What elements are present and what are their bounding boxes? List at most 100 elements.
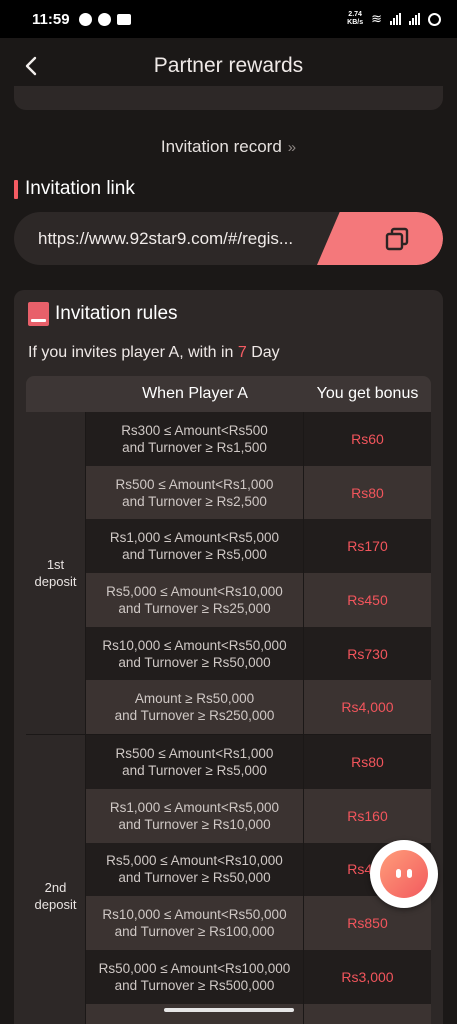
bonus-cell: Rs170 [347,538,388,555]
status-bar: 11:59 2.74 KB/s ≋ [0,0,457,38]
rules-desc-prefix: If you invites player A, with in [28,344,238,361]
condition-amount: Rs1,000 ≤ Amount<Rs5,000 [109,530,280,546]
bonus-cell: Rs450 [347,591,388,608]
condition-cell: Rs5,000 ≤ Amount<Rs10,000 and Turnover ≥ … [86,842,304,897]
deposit-group: 1st deposit Rs300 ≤ Amount<Rs500 and Turno… [26,412,431,735]
bonus-cell: Rs80 [351,753,384,770]
condition-turnover: and Turnover ≥ Rs2,500 [122,493,267,509]
notification-icons [78,12,131,26]
condition-amount: Rs500 ≤ Amount<Rs1,000 [115,476,274,492]
invitation-rules-card: Invitation rules If you invites player A… [14,290,443,1024]
condition-amount: Rs500 ≤ Amount<Rs1,000 [115,745,274,761]
condition-amount: Rs5,000 ≤ Amount<Rs10,000 [106,853,283,869]
bonus-cell: Rs80 [351,484,384,501]
wifi-icon: ≋ [371,11,382,26]
rewards-table: When Player A You get bonus 1st deposit R… [26,376,431,1024]
table-row: Rs1,000 ≤ Amount<Rs5,000 and Turnover ≥ R… [86,788,431,843]
gmail-icon [116,13,131,25]
condition-turnover: and Turnover ≥ Rs50,000 [118,654,271,670]
signal-icon-2 [409,13,420,25]
invitation-link-heading: Invitation link [14,178,135,200]
network-speed-value: 2.74 [348,11,362,18]
invitation-record-link[interactable]: Invitation record » [0,137,457,157]
condition-cell: Rs50,000 ≤ Amount<Rs100,000 and Turnover … [86,949,304,1004]
condition-cell: Rs500 ≤ Amount<Rs1,000 and Turnover ≥ Rs5… [86,735,304,789]
invitation-link-url[interactable]: https://www.92star9.com/#/regis... [14,229,324,249]
condition-cell: Amount ≥ Rs50,000 and Turnover ≥ Rs250,00… [86,680,304,735]
table-header: When Player A You get bonus [26,376,431,412]
condition-turnover: and Turnover ≥ Rs5,000 [122,762,267,778]
bonus-cell: Rs60 [351,430,384,447]
table-row: Amount ≥ Rs50,000 and Turnover ≥ Rs250,00… [86,680,431,735]
condition-cell: Rs500 ≤ Amount<Rs1,000 and Turnover ≥ Rs2… [86,465,304,520]
condition-amount: Amount ≥ Rs50,000 [134,691,255,707]
condition-cell: Rs1,000 ≤ Amount<Rs5,000 and Turnover ≥ R… [86,788,304,843]
col-header-when: When Player A [142,385,248,402]
condition-amount: Rs10,000 ≤ Amount<Rs50,000 [102,637,287,653]
mascot-icon [380,850,428,898]
deposit-group-label: 2nd deposit [26,735,86,1024]
deposit-group-label: 1st deposit [26,412,86,735]
section-marker [14,179,18,199]
table-row: Rs50,000 ≤ Amount<Rs100,000 and Turnover … [86,949,431,1004]
copy-link-button[interactable] [317,212,443,265]
table-row: Rs300 ≤ Amount<Rs500 and Turnover ≥ Rs1,5… [86,412,431,466]
condition-turnover: and Turnover ≥ Rs500,000 [114,977,275,993]
table-body: 1st deposit Rs300 ≤ Amount<Rs500 and Turno… [26,412,431,1024]
invitation-link-title: Invitation link [25,178,135,199]
book-icon [28,302,49,326]
condition-cell: Rs1,000 ≤ Amount<Rs5,000 and Turnover ≥ R… [86,519,304,574]
invitation-record-label: Invitation record [160,137,282,156]
bonus-cell: Rs730 [347,645,388,662]
bonus-cell: Rs160 [347,807,388,824]
condition-cell: Rs5,000 ≤ Amount<Rs10,000 and Turnover ≥ … [86,573,304,627]
condition-cell: Rs300 ≤ Amount<Rs500 and Turnover ≥ Rs1,5… [86,412,304,466]
condition-amount: Rs300 ≤ Amount<Rs500 [121,422,268,438]
back-button[interactable] [20,55,42,77]
condition-cell: Rs10,000 ≤ Amount<Rs50,000 and Turnover ≥… [86,626,304,681]
condition-amount: Rs5,000 ≤ Amount<Rs10,000 [106,583,283,599]
condition-amount: Rs10,000 ≤ Amount<Rs50,000 [102,907,287,923]
condition-cell: Amount ≥ Rs100,000 [86,1003,304,1024]
whatsapp-icon [78,12,92,26]
table-row: Amount ≥ Rs100,000 [86,1003,431,1024]
signal-icon [390,13,401,25]
network-speed-unit: KB/s [347,19,364,26]
condition-turnover: and Turnover ≥ Rs25,000 [118,600,271,616]
invitation-link-box: https://www.92star9.com/#/regis... [14,212,443,265]
condition-turnover: and Turnover ≥ Rs1,500 [122,439,267,455]
partner-summary-card [14,86,443,110]
condition-amount: Rs50,000 ≤ Amount<Rs100,000 [98,960,291,976]
condition-turnover: and Turnover ≥ Rs50,000 [118,870,271,886]
battery-ring-icon [428,12,441,26]
table-row: Rs500 ≤ Amount<Rs1,000 and Turnover ≥ Rs5… [86,735,431,789]
invitation-rules-title: Invitation rules [55,303,178,324]
table-row: Rs10,000 ≤ Amount<Rs50,000 and Turnover ≥… [86,896,431,950]
table-row: Rs1,000 ≤ Amount<Rs5,000 and Turnover ≥ R… [86,519,431,574]
condition-turnover: and Turnover ≥ Rs100,000 [114,924,275,940]
bonus-cell: Rs3,000 [341,968,394,985]
bonus-cell: Rs4,000 [341,699,394,716]
condition-cell: Rs10,000 ≤ Amount<Rs50,000 and Turnover ≥… [86,896,304,950]
snapchat-icon [97,12,111,26]
rules-desc-days: 7 [237,344,247,361]
copy-icon [385,227,409,250]
status-time: 11:59 [32,10,70,28]
condition-amount: Rs1,000 ≤ Amount<Rs5,000 [109,799,280,815]
chevron-left-icon [25,56,37,76]
double-chevron-right-icon: » [287,139,297,156]
home-indicator[interactable] [164,1008,294,1012]
network-speed: 2.74 KB/s [347,11,363,27]
invitation-rules-heading: Invitation rules [28,302,178,326]
table-row: Rs10,000 ≤ Amount<Rs50,000 and Turnover ≥… [86,626,431,681]
table-row: Rs5,000 ≤ Amount<Rs10,000 and Turnover ≥ … [86,573,431,627]
rules-desc-suffix: Day [246,344,280,361]
table-row: Rs500 ≤ Amount<Rs1,000 and Turnover ≥ Rs2… [86,465,431,520]
invitation-rules-description: If you invites player A, with in 7 Day [28,344,280,362]
floating-support-button[interactable] [370,840,438,908]
condition-turnover: and Turnover ≥ Rs5,000 [122,547,267,563]
condition-turnover: and Turnover ≥ Rs250,000 [114,708,275,724]
system-icons: 2.74 KB/s ≋ [347,11,441,27]
bonus-cell [304,1004,431,1024]
page-title: Partner rewards [153,54,304,77]
